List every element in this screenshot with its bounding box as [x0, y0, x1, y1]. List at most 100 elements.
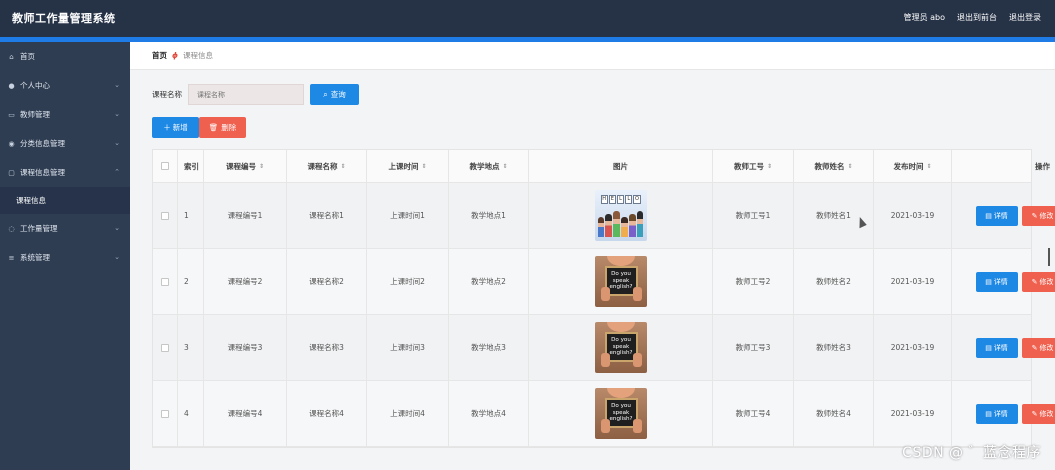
sidebar-item-2[interactable]: ▭ 教师管理 ⌄: [0, 100, 130, 129]
cell-no: 课程编号4: [204, 381, 287, 446]
cell-idx-text: 1: [184, 211, 189, 220]
cell-time-text: 上课时间1: [390, 211, 425, 220]
sidebar-item-7[interactable]: ≡ 系统管理 ⌄: [0, 243, 130, 272]
admin-user-label[interactable]: 管理员 abo: [904, 12, 945, 23]
chevron-down-icon: ⌄: [114, 224, 120, 232]
row-checkbox[interactable]: [161, 211, 169, 220]
detail-button[interactable]: ▤ 详情: [975, 271, 1018, 292]
cell-img: Do you speak english?: [529, 381, 713, 446]
logout-link[interactable]: 退出登录: [1009, 12, 1041, 23]
cell-name-text: 课程名称2: [309, 277, 344, 286]
edit-button[interactable]: ✎ 修改: [1021, 403, 1055, 424]
select-all-checkbox[interactable]: [161, 162, 169, 170]
bulk-delete-label: 删除: [221, 123, 237, 132]
row-checkbox-cell: [153, 381, 178, 446]
column-header-5: 图片: [529, 150, 713, 182]
cell-tno: 教师工号4: [713, 381, 794, 446]
search-button[interactable]: ⌕ 查询: [310, 84, 359, 105]
person-head: [606, 256, 635, 266]
column-header-1[interactable]: 课程编号 ⇕: [204, 150, 287, 182]
table-row: 3 课程编号3 课程名称3 上课时间3 教学地点3 Do you speak englis…: [153, 315, 1055, 381]
cell-idx-text: 2: [184, 277, 189, 286]
sidebar-item-label: 个人中心: [20, 81, 50, 90]
column-header-label: 上课时间: [388, 161, 419, 171]
sort-icon: ⇕: [258, 162, 265, 170]
edit-button[interactable]: ✎ 修改: [1021, 271, 1055, 292]
column-header-3[interactable]: 上课时间 ⇕: [367, 150, 449, 182]
cell-idx: 2: [178, 249, 204, 314]
add-button[interactable]: ＋ 新增: [152, 117, 199, 138]
sidebar-item-6[interactable]: ◌ 工作量管理 ⌄: [0, 214, 130, 243]
cell-tno-text: 教师工号2: [735, 277, 771, 286]
cell-idx-text: 4: [184, 409, 189, 418]
cell-place: 教学地点3: [449, 315, 529, 380]
cell-place-text: 教学地点2: [471, 277, 506, 286]
detail-icon: ▤: [985, 212, 992, 220]
course-name-search-input[interactable]: [188, 84, 304, 105]
cell-tno: 教师工号3: [713, 315, 794, 380]
bulk-delete-button[interactable]: 🗑 删除: [199, 117, 246, 138]
edit-button[interactable]: ✎ 修改: [1021, 205, 1055, 226]
row-checkbox[interactable]: [161, 343, 169, 352]
edge-marker: [1048, 248, 1050, 266]
edit-button[interactable]: ✎ 修改: [1021, 337, 1055, 358]
cell-operations: ▤详情✎修改▥删除: [952, 249, 1055, 314]
column-header-label: 发布时间: [893, 161, 924, 171]
cell-date: 2021-03-19: [874, 249, 952, 314]
course-image[interactable]: Do you speak english?: [594, 256, 647, 307]
cell-img: Do you speak english?: [529, 249, 713, 314]
hand-right: [632, 287, 642, 301]
hand-right: [632, 353, 642, 367]
column-header-label: 索引: [184, 161, 199, 171]
detail-button[interactable]: ▤ 详情: [975, 403, 1018, 424]
sidebar-item-1[interactable]: ● 个人中心 ⌄: [0, 71, 130, 100]
column-header-label: 课程编号: [225, 161, 256, 171]
watermark: CSDN @ ゛蓝念程序: [902, 445, 1041, 461]
hello-letter: L: [625, 195, 633, 204]
sidebar-item-label: 分类信息管理: [20, 139, 65, 148]
column-header-7[interactable]: 教师姓名 ⇕: [794, 150, 874, 182]
column-header-8[interactable]: 发布时间 ⇕: [874, 150, 952, 182]
cell-img: Do you speak english?: [529, 315, 713, 380]
sidebar-subitem-course-info[interactable]: 课程信息: [0, 187, 130, 214]
top-bar-actions: 管理员 abo 退出到前台 退出登录: [904, 12, 1041, 23]
detail-button[interactable]: ▤ 详情: [975, 337, 1018, 358]
edit-button-label: 修改: [1039, 278, 1054, 286]
course-image[interactable]: HELLO: [594, 190, 647, 241]
course-image[interactable]: Do you speak english?: [594, 388, 647, 439]
sidebar-item-label: 系统管理: [20, 253, 50, 262]
cell-tno-text: 教师工号4: [735, 409, 771, 418]
back-to-frontend-link[interactable]: 退出到前台: [957, 12, 997, 23]
sidebar-item-4[interactable]: ▢ 课程信息管理 ⌃: [0, 158, 130, 187]
column-header-label: 操作: [1035, 161, 1050, 171]
course-image[interactable]: Do you speak english?: [594, 322, 647, 373]
sort-icon: ⇕: [421, 162, 427, 170]
detail-button[interactable]: ▤ 详情: [975, 205, 1018, 226]
cell-name-text: 课程名称3: [309, 343, 344, 352]
sort-icon: ⇕: [926, 162, 932, 170]
column-header-9: 操作: [952, 150, 1055, 182]
column-header-2[interactable]: 课程名称 ⇕: [287, 150, 367, 182]
row-checkbox[interactable]: [161, 277, 169, 286]
person-figure: [605, 214, 613, 237]
person-figure: [597, 217, 605, 237]
table-row: 2 课程编号2 课程名称2 上课时间2 教学地点2 Do you speak englis…: [153, 249, 1055, 315]
row-checkbox[interactable]: [161, 409, 169, 418]
detail-button-label: 详情: [993, 344, 1008, 352]
sidebar-item-label: 首页: [20, 52, 35, 61]
search-bar: 课程名称 ⌕ 查询: [152, 84, 359, 105]
row-checkbox-cell: [153, 315, 178, 380]
column-header-label: 教师工号: [733, 161, 764, 171]
detail-icon: ▤: [985, 410, 992, 418]
bulk-actions: ＋ 新增 🗑 删除: [152, 117, 246, 138]
column-header-6[interactable]: 教师工号 ⇕: [713, 150, 794, 182]
person-figure: [613, 211, 620, 237]
breadcrumb-home[interactable]: 首页: [152, 50, 167, 61]
sidebar-item-0[interactable]: ⌂ 首页: [0, 42, 130, 71]
cell-time: 上课时间2: [367, 249, 449, 314]
course-icon: ▢: [8, 168, 15, 177]
cell-time-text: 上课时间4: [390, 409, 425, 418]
sidebar-item-3[interactable]: ◉ 分类信息管理 ⌄: [0, 129, 130, 158]
column-header-4[interactable]: 教学地点 ⇕: [449, 150, 529, 182]
column-header-label: 图片: [613, 161, 628, 171]
